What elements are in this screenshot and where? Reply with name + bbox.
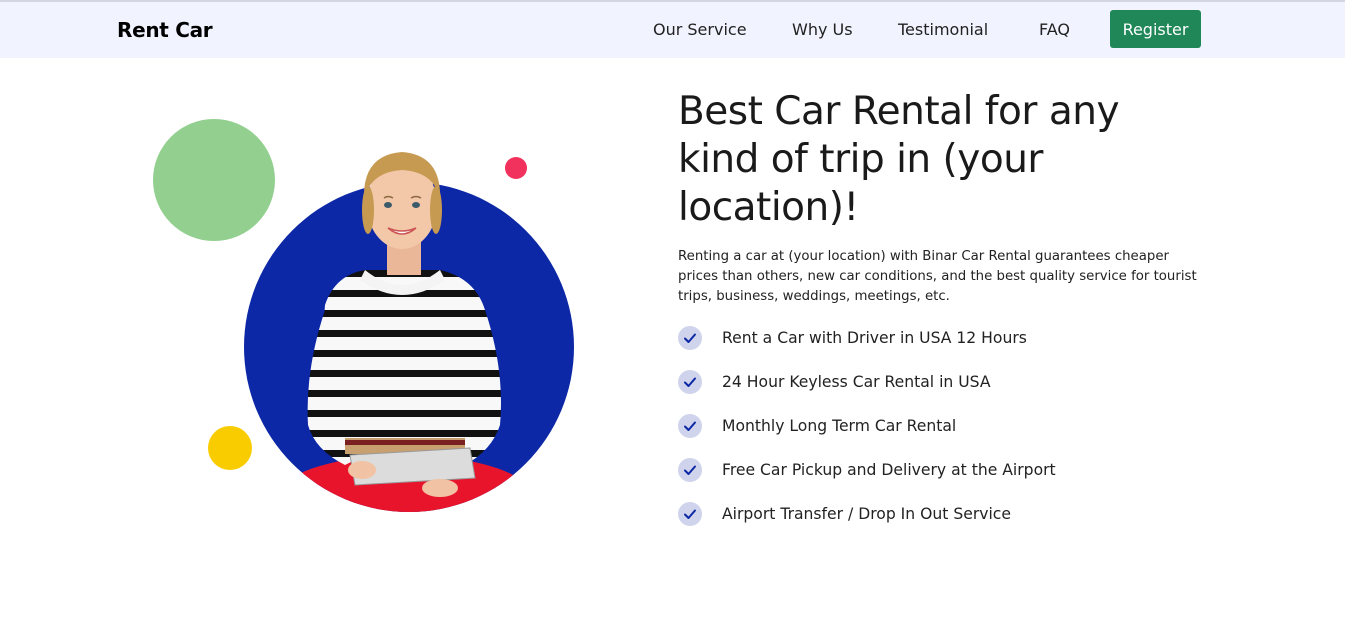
brand-logo[interactable]: Rent Car: [117, 18, 213, 42]
check-icon: [678, 414, 702, 438]
feature-item: Free Car Pickup and Delivery at the Airp…: [678, 458, 1056, 502]
navbar: Rent Car Our Service Why Us Testimonial …: [0, 2, 1345, 58]
feature-label: 24 Hour Keyless Car Rental in USA: [722, 373, 991, 391]
check-icon: [678, 458, 702, 482]
feature-item: Rent a Car with Driver in USA 12 Hours: [678, 326, 1056, 370]
feature-list: Rent a Car with Driver in USA 12 Hours 2…: [678, 326, 1056, 546]
hero-illustration: [140, 110, 590, 520]
feature-item: 24 Hour Keyless Car Rental in USA: [678, 370, 1056, 414]
hero-image: [153, 119, 574, 512]
nav-testimonial[interactable]: Testimonial: [898, 20, 988, 39]
check-icon: [678, 326, 702, 350]
hero-description: Renting a car at (your location) with Bi…: [678, 249, 1197, 304]
check-icon: [678, 502, 702, 526]
nav-why-us[interactable]: Why Us: [792, 20, 853, 39]
pink-dot: [505, 157, 527, 179]
feature-label: Airport Transfer / Drop In Out Service: [722, 505, 1011, 523]
feature-item: Monthly Long Term Car Rental: [678, 414, 1056, 458]
feature-label: Free Car Pickup and Delivery at the Airp…: [722, 461, 1056, 479]
feature-item: Airport Transfer / Drop In Out Service: [678, 502, 1056, 546]
feature-label: Rent a Car with Driver in USA 12 Hours: [722, 329, 1027, 347]
nav-faq[interactable]: FAQ: [1039, 20, 1070, 39]
nav-our-service[interactable]: Our Service: [653, 20, 747, 39]
green-circle: [153, 119, 275, 241]
yellow-dot: [208, 426, 252, 470]
check-icon: [678, 370, 702, 394]
register-button[interactable]: Register: [1110, 10, 1201, 48]
feature-label: Monthly Long Term Car Rental: [722, 417, 957, 435]
hero-headline: Best Car Rental for any kind of trip in …: [678, 89, 1120, 230]
